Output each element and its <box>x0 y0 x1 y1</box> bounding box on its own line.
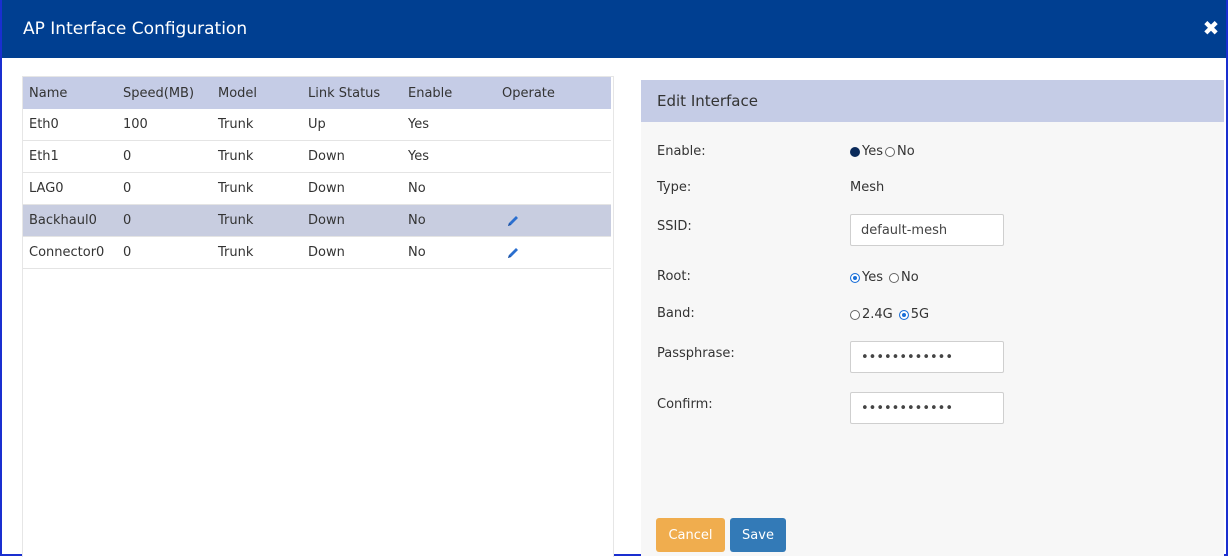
enable-label: Enable: <box>657 144 706 159</box>
cell-speed: 0 <box>117 172 212 205</box>
cell-model: Trunk <box>212 109 302 141</box>
column-header-link-status[interactable]: Link Status <box>302 77 402 109</box>
table-row[interactable]: LAG0 0 Trunk Down No <box>23 172 611 205</box>
cell-name: Connector0 <box>23 236 117 269</box>
ssid-input[interactable] <box>850 214 1004 246</box>
radio-label: Yes <box>862 270 883 285</box>
cell-name: Backhaul0 <box>23 204 117 237</box>
radio-label: 5G <box>910 307 930 322</box>
root-label: Root: <box>657 269 691 284</box>
radio-unchecked-icon <box>885 146 895 157</box>
cell-model: Trunk <box>212 204 302 237</box>
type-label: Type: <box>657 180 692 195</box>
cell-model: Trunk <box>212 140 302 173</box>
cell-model: Trunk <box>212 172 302 205</box>
band-label: Band: <box>657 306 695 321</box>
root-no-radio[interactable]: No <box>889 270 919 285</box>
cell-speed: 0 <box>117 236 212 269</box>
cell-operate <box>496 204 611 237</box>
enable-no-radio[interactable]: No <box>885 144 915 159</box>
edit-interface-header: Edit Interface <box>641 80 1224 122</box>
cell-link-status: Down <box>302 140 402 173</box>
interface-list-panel: Name Speed(MB) Model Link Status Enable … <box>22 76 614 557</box>
cell-enable: Yes <box>402 109 496 141</box>
table-row[interactable]: Connector0 0 Trunk Down No <box>23 236 611 269</box>
table-row-selected[interactable]: Backhaul0 0 Trunk Down No <box>23 204 611 237</box>
type-value: Mesh <box>850 180 885 195</box>
cell-link-status: Down <box>302 236 402 269</box>
radio-unchecked-icon <box>889 272 899 283</box>
interface-table: Name Speed(MB) Model Link Status Enable … <box>23 77 611 269</box>
confirm-input[interactable] <box>850 392 1004 424</box>
cell-link-status: Down <box>302 204 402 237</box>
dialog-titlebar: AP Interface Configuration ✖ <box>2 0 1226 58</box>
passphrase-label: Passphrase: <box>657 346 735 361</box>
column-header-name[interactable]: Name <box>23 77 117 109</box>
cell-model: Trunk <box>212 236 302 269</box>
cell-name: LAG0 <box>23 172 117 205</box>
save-button[interactable]: Save <box>730 518 786 552</box>
cell-operate <box>496 140 611 173</box>
band-radio-group: 2.4G 5G <box>850 307 931 322</box>
band-5g-radio[interactable]: 5G <box>898 307 930 322</box>
root-yes-radio[interactable]: Yes <box>850 270 883 285</box>
band-2-4g-radio[interactable]: 2.4G <box>850 307 893 322</box>
radio-label: 2.4G <box>862 307 893 322</box>
table-row[interactable]: Eth1 0 Trunk Down Yes <box>23 140 611 173</box>
radio-checked-icon <box>898 309 909 320</box>
table-header-row: Name Speed(MB) Model Link Status Enable … <box>23 77 611 109</box>
close-icon[interactable]: ✖ <box>1198 15 1224 41</box>
radio-label: No <box>901 270 919 285</box>
ssid-label: SSID: <box>657 219 692 234</box>
column-header-operate: Operate <box>496 77 611 109</box>
cell-link-status: Up <box>302 109 402 141</box>
cell-link-status: Down <box>302 172 402 205</box>
radio-label: No <box>897 144 915 159</box>
cell-speed: 0 <box>117 140 212 173</box>
cell-name: Eth0 <box>23 109 117 141</box>
enable-yes-radio[interactable]: Yes <box>850 144 883 159</box>
root-radio-group: Yes No <box>850 270 921 285</box>
cell-operate <box>496 172 611 205</box>
cell-operate <box>496 236 611 269</box>
confirm-label: Confirm: <box>657 397 713 412</box>
cancel-button[interactable]: Cancel <box>656 518 725 552</box>
dialog: AP Interface Configuration ✖ Name Speed(… <box>0 0 1228 557</box>
enable-radio-group: Yes No <box>850 144 917 159</box>
radio-checked-icon <box>850 146 860 157</box>
radio-unchecked-icon <box>850 309 860 320</box>
cell-speed: 0 <box>117 204 212 237</box>
dialog-title: AP Interface Configuration <box>23 19 248 39</box>
cell-enable: Yes <box>402 140 496 173</box>
pencil-icon[interactable] <box>505 213 521 229</box>
radio-checked-icon <box>850 272 860 283</box>
edit-interface-panel: Edit Interface Enable: Yes No Type: Mesh… <box>641 80 1224 556</box>
cell-operate <box>496 109 611 141</box>
table-row[interactable]: Eth0 100 Trunk Up Yes <box>23 109 611 141</box>
column-header-model[interactable]: Model <box>212 77 302 109</box>
radio-label: Yes <box>862 144 883 159</box>
edit-interface-title: Edit Interface <box>657 92 758 110</box>
cell-enable: No <box>402 204 496 237</box>
column-header-enable[interactable]: Enable <box>402 77 496 109</box>
column-header-speed[interactable]: Speed(MB) <box>117 77 212 109</box>
passphrase-input[interactable] <box>850 341 1004 373</box>
pencil-icon[interactable] <box>505 245 521 261</box>
cell-name: Eth1 <box>23 140 117 173</box>
cell-speed: 100 <box>117 109 212 141</box>
cell-enable: No <box>402 236 496 269</box>
cell-enable: No <box>402 172 496 205</box>
